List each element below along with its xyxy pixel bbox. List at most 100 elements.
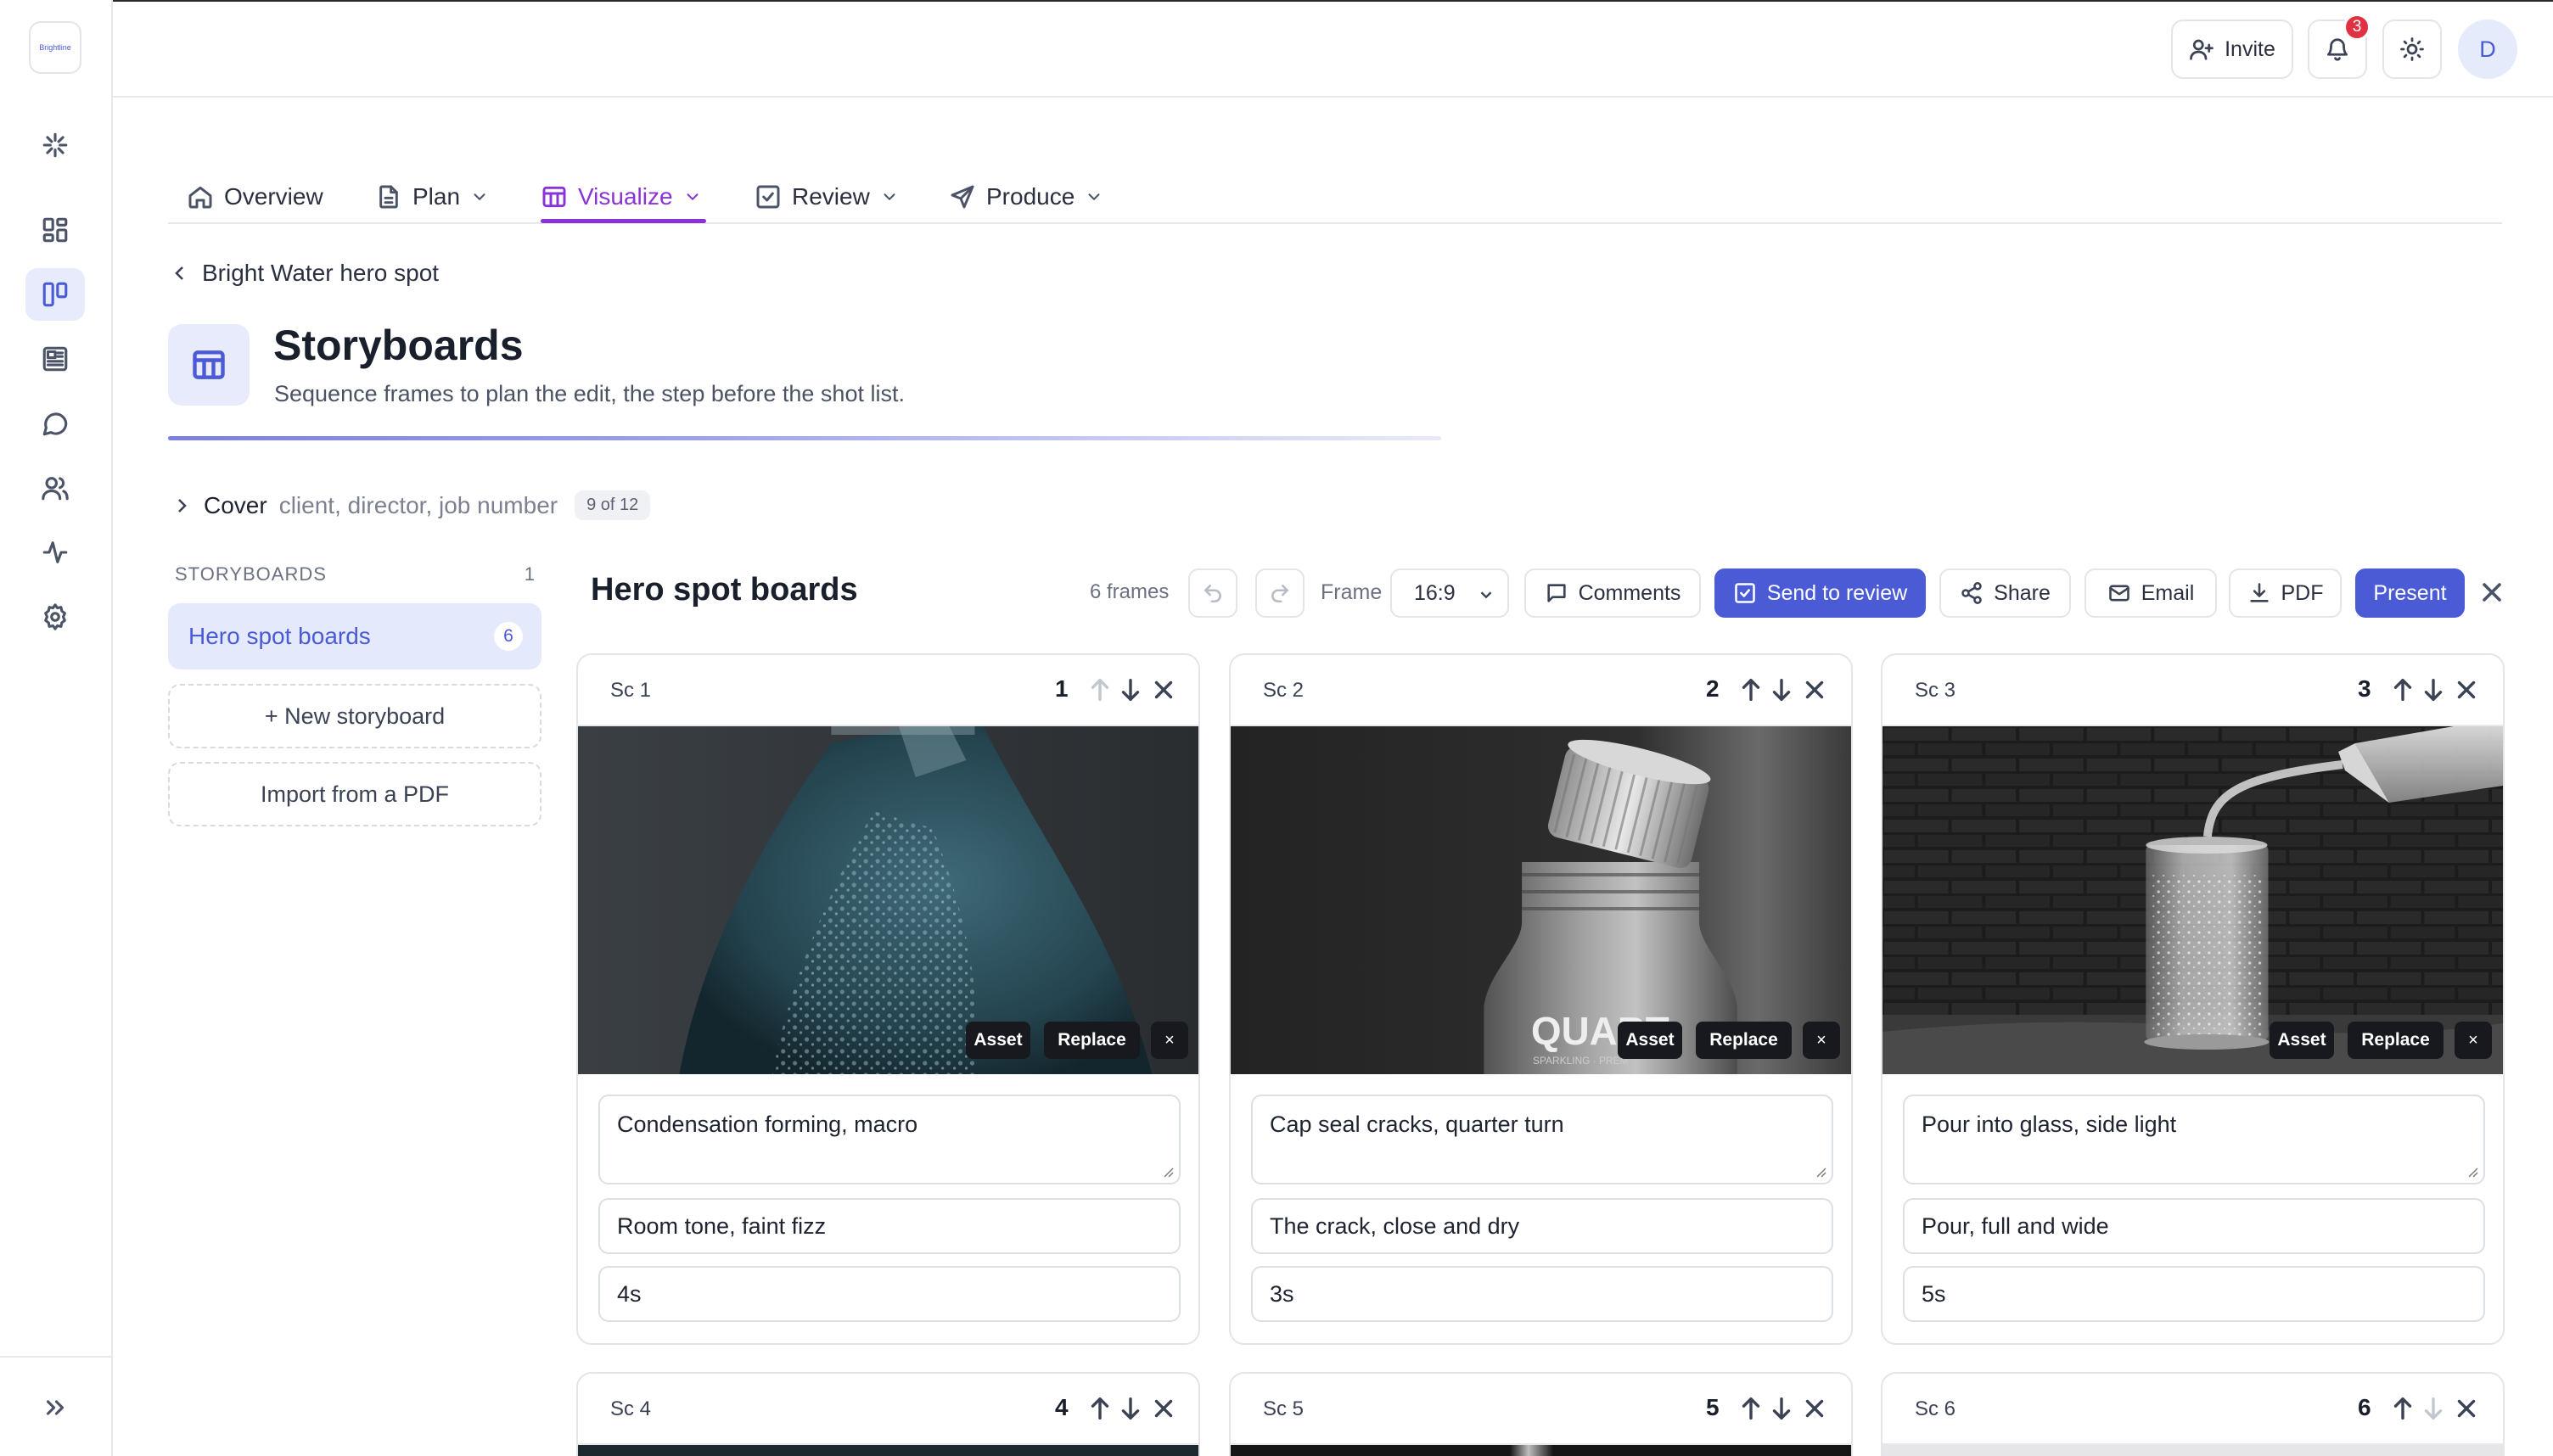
share-button[interactable]: Share bbox=[1939, 568, 2071, 618]
delete-frame-button[interactable] bbox=[1149, 675, 1178, 704]
dashboard-icon[interactable] bbox=[25, 204, 85, 256]
tab-overview[interactable]: Overview bbox=[187, 170, 323, 224]
shot-description-field[interactable]: Cap seal cracks, quarter turn bbox=[1251, 1095, 1833, 1184]
frame-card: Sc 1 1 Condensation forming, macro Room … bbox=[576, 653, 1200, 1345]
count-badge: 6 bbox=[494, 622, 523, 651]
chevron-down-icon bbox=[1480, 591, 1492, 599]
frame-card-header: Sc 4 4 bbox=[578, 1374, 1198, 1445]
present-button[interactable]: Present bbox=[2355, 568, 2465, 618]
move-down-button[interactable] bbox=[2419, 675, 2448, 704]
frame-image[interactable] bbox=[578, 1445, 1198, 1456]
gallery-icon[interactable] bbox=[25, 333, 85, 385]
replace-button[interactable]: Replace bbox=[1696, 1022, 1792, 1059]
move-up-button[interactable] bbox=[1737, 675, 1765, 704]
close-board-button[interactable] bbox=[2477, 577, 2507, 608]
check-square-icon bbox=[756, 185, 780, 209]
tab-produce[interactable]: Produce bbox=[949, 170, 1103, 224]
replace-button[interactable]: Replace bbox=[2348, 1022, 2444, 1059]
frame-aspect-label: Frame bbox=[1321, 580, 1383, 604]
duration-field[interactable]: 5s bbox=[1903, 1266, 2485, 1322]
chevron-down-icon bbox=[687, 193, 699, 200]
asset-button[interactable]: Asset bbox=[1618, 1022, 1682, 1059]
delete-frame-button[interactable] bbox=[2452, 675, 2481, 704]
close-icon bbox=[1154, 680, 1173, 699]
arrow-down-icon bbox=[1121, 1397, 1140, 1420]
audio-field[interactable]: Pour, full and wide bbox=[1903, 1198, 2485, 1254]
tab-plan[interactable]: Plan bbox=[375, 170, 489, 224]
frame-card-header: Sc 5 5 bbox=[1231, 1374, 1851, 1445]
move-up-button[interactable] bbox=[1737, 1394, 1765, 1423]
move-up-button[interactable] bbox=[2388, 675, 2417, 704]
document-icon bbox=[379, 185, 398, 209]
frame-card: Sc 6 6 bbox=[1881, 1372, 2505, 1456]
chat-icon[interactable] bbox=[25, 397, 85, 450]
move-up-button[interactable] bbox=[1086, 675, 1114, 704]
move-down-button[interactable] bbox=[1116, 675, 1145, 704]
audio-field[interactable]: The crack, close and dry bbox=[1251, 1198, 1833, 1254]
invite-button[interactable]: Invite bbox=[2171, 20, 2293, 79]
move-down-button[interactable] bbox=[2419, 1394, 2448, 1423]
email-button[interactable]: Email bbox=[2084, 568, 2217, 618]
expand-chevrons-icon[interactable] bbox=[25, 1381, 85, 1434]
remove-image-button[interactable]: × bbox=[1151, 1022, 1188, 1059]
arrow-down-icon bbox=[1772, 678, 1791, 702]
new-storyboard-button[interactable]: + New storyboard bbox=[168, 684, 541, 748]
shot-description-field[interactable]: Condensation forming, macro bbox=[598, 1095, 1181, 1184]
frames-count: 6 frames bbox=[1090, 580, 1170, 603]
resize-grip-icon bbox=[1164, 1168, 1174, 1178]
move-up-button[interactable] bbox=[2388, 1394, 2417, 1423]
comments-button[interactable]: Comments bbox=[1524, 568, 1701, 618]
page-title: Storyboards bbox=[273, 322, 524, 369]
send-to-review-button[interactable]: Send to review bbox=[1714, 568, 1926, 618]
asset-button[interactable]: Asset bbox=[2270, 1022, 2334, 1059]
frame-image[interactable] bbox=[1231, 1445, 1851, 1456]
replace-button[interactable]: Replace bbox=[1044, 1022, 1140, 1059]
app-logo[interactable]: Brightline bbox=[29, 21, 81, 74]
import-pdf-button[interactable]: Import from a PDF bbox=[168, 762, 541, 826]
audio-field[interactable]: Room tone, faint fizz bbox=[598, 1198, 1181, 1254]
move-down-button[interactable] bbox=[1767, 1394, 1796, 1423]
delete-frame-button[interactable] bbox=[1800, 1394, 1829, 1423]
close-icon bbox=[1805, 1399, 1824, 1418]
move-down-button[interactable] bbox=[1767, 675, 1796, 704]
activity-icon[interactable] bbox=[25, 526, 85, 579]
remove-image-button[interactable]: × bbox=[1803, 1022, 1840, 1059]
chevron-down-icon bbox=[474, 193, 485, 200]
arrow-up-icon bbox=[1742, 1397, 1760, 1420]
active-tab-indicator bbox=[541, 219, 706, 223]
boards-icon[interactable] bbox=[25, 268, 85, 321]
page-subtitle: Sequence frames to plan the edit, the st… bbox=[274, 381, 905, 406]
users-icon[interactable] bbox=[25, 462, 85, 514]
theme-toggle-button[interactable] bbox=[2382, 20, 2442, 79]
close-icon bbox=[1805, 680, 1824, 699]
spark-icon[interactable] bbox=[25, 119, 85, 171]
move-up-button[interactable] bbox=[1086, 1394, 1114, 1423]
remove-image-button[interactable]: × bbox=[2455, 1022, 2492, 1059]
delete-frame-button[interactable] bbox=[1149, 1394, 1178, 1423]
delete-frame-button[interactable] bbox=[2452, 1394, 2481, 1423]
user-avatar[interactable]: D bbox=[2458, 20, 2517, 79]
aspect-ratio-select[interactable]: 16:9 bbox=[1390, 568, 1509, 618]
undo-button[interactable] bbox=[1188, 568, 1237, 618]
frame-image[interactable] bbox=[1882, 1445, 2503, 1456]
check-square-icon bbox=[1735, 583, 1755, 603]
resize-grip-icon bbox=[1816, 1168, 1826, 1178]
tab-review[interactable]: Review bbox=[755, 170, 899, 224]
sidebar-item-hero-spot-boards[interactable]: Hero spot boards 6 bbox=[168, 603, 541, 669]
redo-button[interactable] bbox=[1255, 568, 1305, 618]
asset-button[interactable]: Asset bbox=[966, 1022, 1030, 1059]
shot-description-field[interactable]: Pour into glass, side light bbox=[1903, 1095, 2485, 1184]
settings-gear-icon[interactable] bbox=[25, 591, 85, 643]
cover-section-toggle[interactable]: Cover client, director, job number 9 of … bbox=[171, 490, 651, 520]
breadcrumb-back-link[interactable]: Bright Water hero spot bbox=[170, 260, 439, 287]
pdf-button[interactable]: PDF bbox=[2229, 568, 2342, 618]
duration-field[interactable]: 3s bbox=[1251, 1266, 1833, 1322]
chevron-right-icon bbox=[178, 498, 187, 512]
tab-visualize[interactable]: Visualize bbox=[541, 170, 702, 224]
board-title: Hero spot boards bbox=[591, 572, 858, 608]
chevron-down-icon bbox=[1088, 193, 1100, 200]
delete-frame-button[interactable] bbox=[1800, 675, 1829, 704]
redo-icon bbox=[1271, 585, 1288, 603]
duration-field[interactable]: 4s bbox=[598, 1266, 1181, 1322]
move-down-button[interactable] bbox=[1116, 1394, 1145, 1423]
